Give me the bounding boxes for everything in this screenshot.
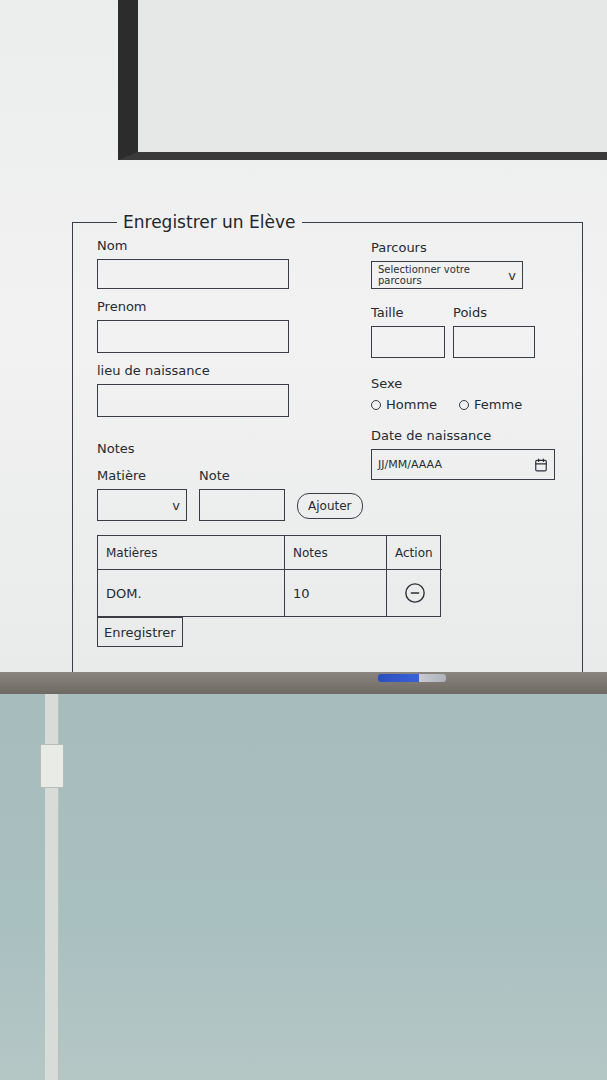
radio-circle[interactable]	[459, 400, 469, 410]
grade-group: Note	[199, 462, 285, 521]
sexe-label: Sexe	[371, 376, 562, 391]
grades-table: MatièresNotesAction DOM.10	[97, 535, 441, 617]
field-label: lieu de naissance	[97, 363, 365, 378]
radio-circle[interactable]	[371, 400, 381, 410]
text-field[interactable]	[97, 320, 289, 353]
whiteboard-photo: Enregistrer un Elève Nom Prenom lieu de nai…	[0, 0, 607, 1080]
form-title: Enregistrer un Elève	[117, 212, 302, 232]
parcours-select[interactable]: Selectionner votre parcoursv	[371, 261, 523, 289]
field-label: Prenom	[97, 299, 365, 314]
table-cell: 10	[285, 570, 387, 616]
table-header: Action	[387, 536, 442, 570]
board-margin	[0, 0, 118, 160]
birth-date-label: Date de naissance	[371, 428, 562, 443]
measure-group: Poids	[453, 289, 535, 358]
grade-field[interactable]	[199, 489, 285, 521]
form-grid: Nom Prenom lieu de naissance Notes Matière v N…	[97, 238, 562, 521]
subject-select[interactable]: v	[97, 489, 187, 521]
radio-option[interactable]: Homme	[371, 397, 437, 412]
notes-label: Notes	[97, 441, 365, 456]
sexe-options: Homme Femme	[371, 397, 562, 412]
calendar-icon[interactable]	[534, 458, 548, 472]
text-field[interactable]	[97, 384, 289, 417]
submit-button[interactable]: Enregistrer	[97, 617, 183, 647]
wall	[0, 694, 607, 1080]
add-button[interactable]: Ajouter	[297, 493, 363, 519]
field-label: Nom	[97, 238, 365, 253]
right-column: ParcoursSelectionner votre parcoursvTail…	[371, 238, 562, 521]
radio-option[interactable]: Femme	[459, 397, 522, 412]
measure-field[interactable]	[371, 326, 445, 358]
chevron: v	[508, 268, 516, 283]
text-field[interactable]	[97, 259, 289, 289]
table-header: Matières	[98, 536, 285, 570]
left-column: Nom Prenom lieu de naissance Notes Matière v N…	[97, 238, 365, 521]
table-cell	[387, 570, 442, 616]
board-tray	[0, 672, 607, 694]
marker	[378, 674, 446, 682]
projector-screen	[118, 0, 607, 160]
whiteboard: Enregistrer un Elève Nom Prenom lieu de nai…	[0, 0, 607, 672]
remove-icon[interactable]	[404, 582, 426, 604]
wall-outlet	[40, 744, 64, 788]
subject-group: Matière v	[97, 462, 187, 521]
table-header: Notes	[285, 536, 387, 570]
measure-field[interactable]	[453, 326, 535, 358]
add-grade-row: Matière v Note Ajouter	[97, 462, 365, 521]
board-top	[0, 0, 607, 160]
chevron: v	[172, 498, 180, 513]
parcours-label: Parcours	[371, 240, 562, 255]
student-form: Enregistrer un Elève Nom Prenom lieu de nai…	[72, 212, 583, 672]
measure-label: Poids	[453, 305, 535, 320]
table-cell: DOM.	[98, 570, 285, 616]
birth-date-field[interactable]: JJ/MM/AAAA	[371, 449, 555, 480]
measure-label: Taille	[371, 305, 445, 320]
measures-row: Taille Poids	[371, 289, 562, 358]
measure-group: Taille	[371, 289, 445, 358]
grade-label: Note	[199, 468, 285, 483]
subject-label: Matière	[97, 468, 187, 483]
